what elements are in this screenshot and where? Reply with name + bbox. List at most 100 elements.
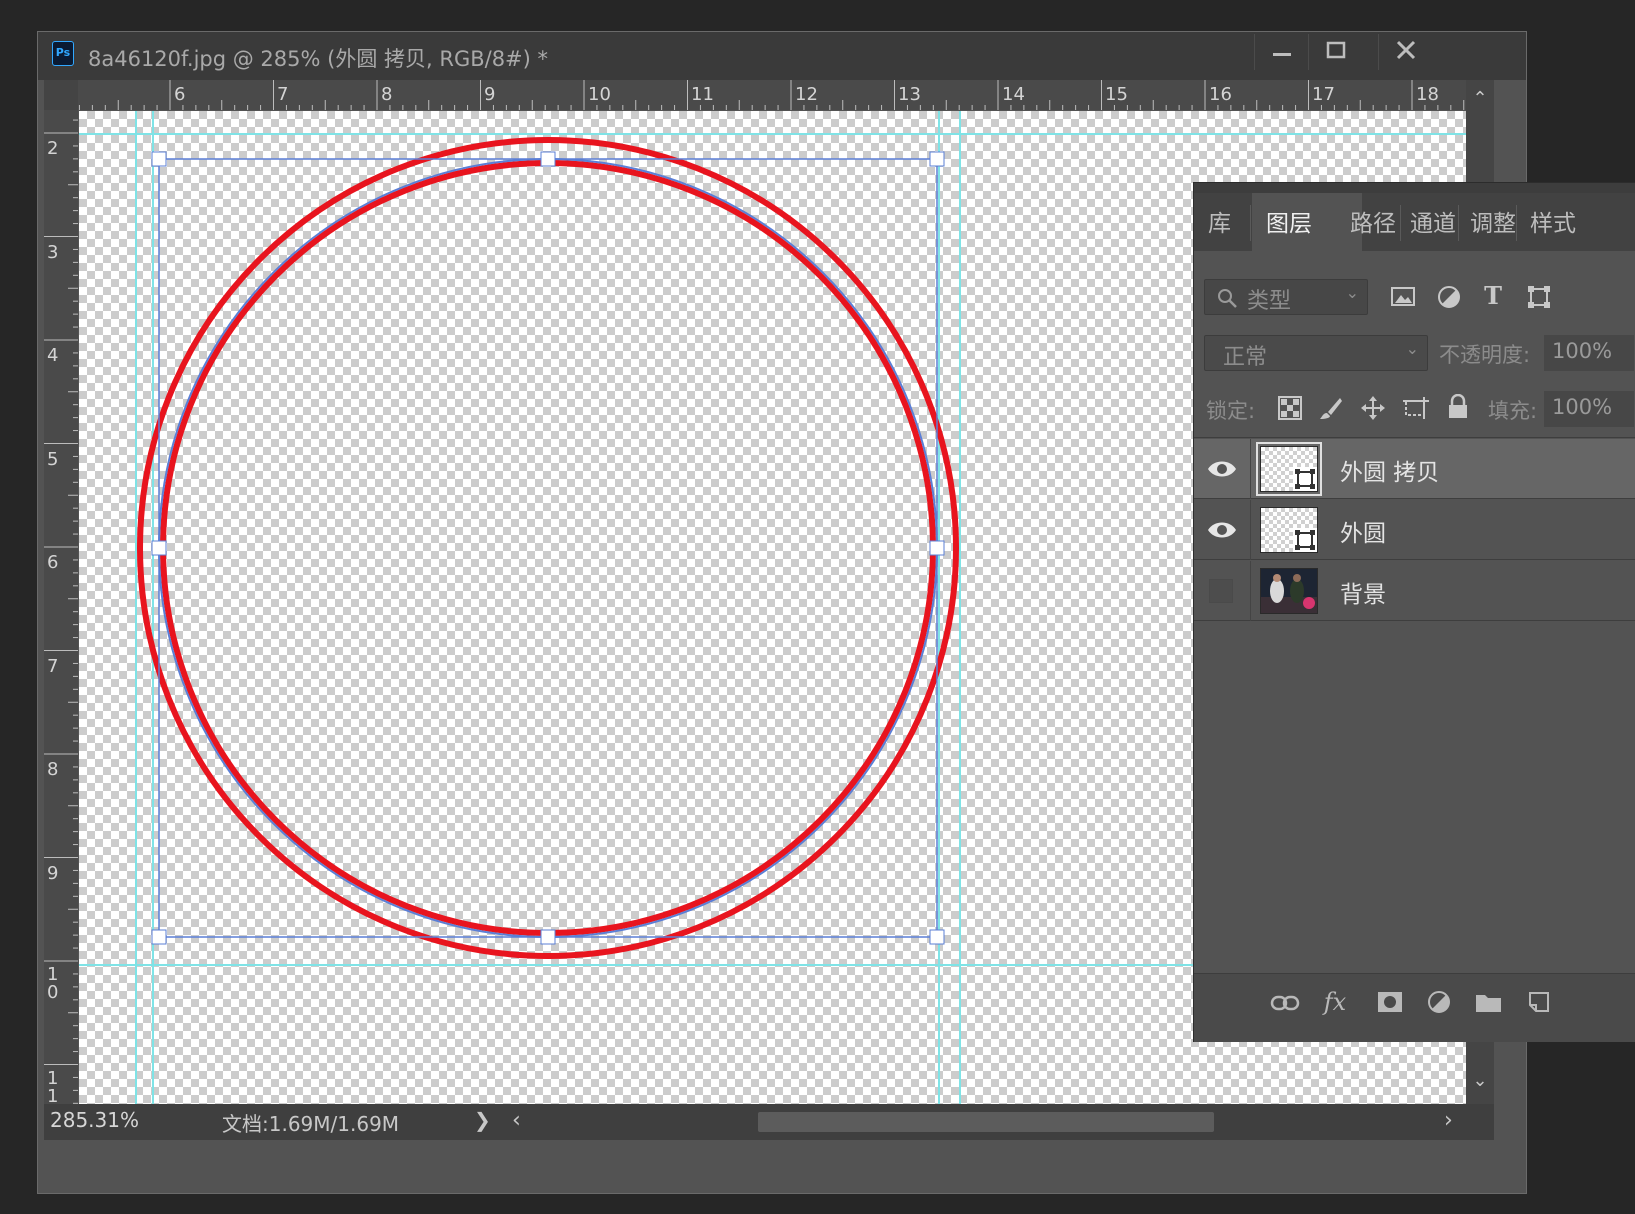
close-glyph xyxy=(1396,40,1416,60)
layer-name[interactable]: 外圆 拷贝 xyxy=(1340,453,1439,487)
ruler-label: 6 xyxy=(174,84,186,105)
fill-value: 100% xyxy=(1552,395,1613,419)
ruler-label: 8 xyxy=(381,84,393,105)
link-icon[interactable] xyxy=(1270,992,1300,1014)
ruler-label: 11 xyxy=(691,84,714,105)
status-menu-arrow-icon[interactable]: ❯ xyxy=(474,1108,491,1132)
transform-handle[interactable] xyxy=(929,540,945,556)
layer-name[interactable]: 背景 xyxy=(1340,575,1386,609)
layer-name[interactable]: 外圆 xyxy=(1340,514,1386,548)
layer-thumbnail-photo[interactable] xyxy=(1260,568,1318,614)
filter-type-label: 类型 xyxy=(1247,289,1292,314)
fx-icon[interactable]: fx xyxy=(1318,988,1352,1016)
layer-row[interactable]: 外圆 xyxy=(1194,500,1635,560)
tab-library[interactable]: 库 xyxy=(1194,193,1245,251)
ruler-label: 7 xyxy=(47,656,59,677)
transform-handle[interactable] xyxy=(151,929,167,945)
transform-handle[interactable] xyxy=(151,540,167,556)
fill-label: 填充: xyxy=(1488,399,1538,423)
scroll-right-arrow-icon[interactable]: › xyxy=(1444,1108,1453,1133)
horizontal-ruler[interactable]: 6 7 8 9 10 11 12 13 14 15 16 17 18 xyxy=(78,80,1466,110)
photo-thumbnail-image xyxy=(1261,569,1317,613)
panel-drag-bar[interactable] xyxy=(1194,183,1635,193)
tab-divider xyxy=(1250,205,1251,241)
shape-filter-icon[interactable] xyxy=(1526,284,1552,310)
shape-layer-badge-icon xyxy=(1293,528,1317,552)
layer-row[interactable]: 背景 xyxy=(1194,561,1635,621)
opacity-field[interactable]: 100% xyxy=(1544,335,1634,371)
lock-label: 锁定: xyxy=(1206,399,1256,423)
divider xyxy=(1250,500,1251,560)
lock-position-icon[interactable] xyxy=(1360,395,1386,421)
ruler-origin[interactable] xyxy=(44,80,78,110)
lock-image-pixels-icon[interactable] xyxy=(1318,395,1344,421)
ruler-label: 9 xyxy=(484,84,496,105)
divider xyxy=(1194,437,1635,438)
vertical-ruler[interactable]: 2 3 4 5 6 7 8 9 1 0 1 1 xyxy=(44,110,78,1104)
opacity-value: 100% xyxy=(1552,339,1613,363)
ruler-label: 14 xyxy=(1002,84,1025,105)
layer-row[interactable]: 外圆 拷贝 xyxy=(1194,439,1635,499)
ruler-label: 3 xyxy=(47,242,59,263)
scroll-up-arrow-icon[interactable]: ⌃ xyxy=(1466,88,1494,109)
layer-filter-select[interactable]: 类型 ⌄ xyxy=(1204,279,1368,315)
document-size: 文档:1.69M/1.69M xyxy=(222,1112,400,1136)
maximize-icon[interactable] xyxy=(1308,34,1363,70)
ruler-label: 13 xyxy=(898,84,921,105)
title-bar[interactable]: Ps 8a46120f.jpg @ 285% (外圆 拷贝, RGB/8#) * xyxy=(38,32,1526,80)
shape-layer-badge-icon xyxy=(1293,467,1317,491)
blend-mode-select[interactable]: 正常 ⌄ xyxy=(1204,335,1428,371)
mask-icon[interactable] xyxy=(1376,990,1404,1014)
transform-handle[interactable] xyxy=(929,929,945,945)
type-filter-icon[interactable]: T xyxy=(1478,281,1508,310)
adjustment-filter-icon[interactable] xyxy=(1436,284,1462,310)
maximize-glyph xyxy=(1326,41,1346,59)
ruler-label: 12 xyxy=(795,84,818,105)
image-filter-icon[interactable] xyxy=(1390,285,1416,309)
outer-circle-shape[interactable] xyxy=(137,137,959,959)
panel-tab-bar: 库 图层 路径 通道 调整 样式 xyxy=(1194,193,1635,251)
transform-handle[interactable] xyxy=(151,151,167,167)
horizontal-scrollbar[interactable]: ‹ › xyxy=(506,1106,1466,1138)
horizontal-scroll-thumb[interactable] xyxy=(758,1112,1214,1132)
ruler-label: 17 xyxy=(1312,84,1335,105)
visibility-toggle[interactable] xyxy=(1202,508,1242,552)
lock-artboard-icon[interactable] xyxy=(1402,395,1430,421)
tab-styles[interactable]: 样式 xyxy=(1516,193,1590,251)
folder-icon[interactable] xyxy=(1474,990,1504,1014)
divider xyxy=(1250,561,1251,621)
visibility-toggle[interactable] xyxy=(1202,447,1242,491)
search-icon xyxy=(1218,289,1237,308)
opacity-label: 不透明度: xyxy=(1439,343,1531,367)
outer-circle-copy-shape[interactable] xyxy=(160,160,936,936)
new-layer-icon[interactable] xyxy=(1526,989,1552,1015)
ruler-label: 5 xyxy=(47,449,59,470)
chevron-down-icon: ⌄ xyxy=(1345,283,1359,302)
lock-transparent-pixels-icon[interactable] xyxy=(1278,396,1302,420)
ruler-label: 4 xyxy=(47,345,59,366)
transform-handle[interactable] xyxy=(929,151,945,167)
ruler-label: 15 xyxy=(1105,84,1128,105)
blend-mode-value: 正常 xyxy=(1223,345,1268,370)
eye-icon xyxy=(1208,461,1236,477)
visibility-toggle-off[interactable] xyxy=(1209,579,1233,603)
transform-handle[interactable] xyxy=(540,929,556,945)
fill-field[interactable]: 100% xyxy=(1544,391,1634,427)
close-icon[interactable] xyxy=(1378,34,1433,70)
transform-handle[interactable] xyxy=(540,151,556,167)
ruler-label: 7 xyxy=(277,84,289,105)
lock-all-icon[interactable] xyxy=(1446,394,1470,420)
eye-icon xyxy=(1208,522,1236,538)
scroll-down-arrow-icon[interactable]: ⌄ xyxy=(1466,1070,1494,1091)
document-title: 8a46120f.jpg @ 285% (外圆 拷贝, RGB/8#) * xyxy=(88,47,549,71)
ruler-label: 18 xyxy=(1416,84,1439,105)
ruler-label: 2 xyxy=(47,138,59,159)
minimize-icon[interactable] xyxy=(1254,34,1309,70)
ruler-label: 16 xyxy=(1209,84,1232,105)
scroll-left-arrow-icon[interactable]: ‹ xyxy=(512,1108,521,1133)
adjustment-layer-icon[interactable] xyxy=(1426,989,1452,1015)
zoom-level[interactable]: 285.31% xyxy=(50,1108,139,1132)
layer-thumbnail[interactable] xyxy=(1260,507,1318,553)
layer-thumbnail[interactable] xyxy=(1256,442,1322,496)
ruler-label: 10 xyxy=(588,84,611,105)
